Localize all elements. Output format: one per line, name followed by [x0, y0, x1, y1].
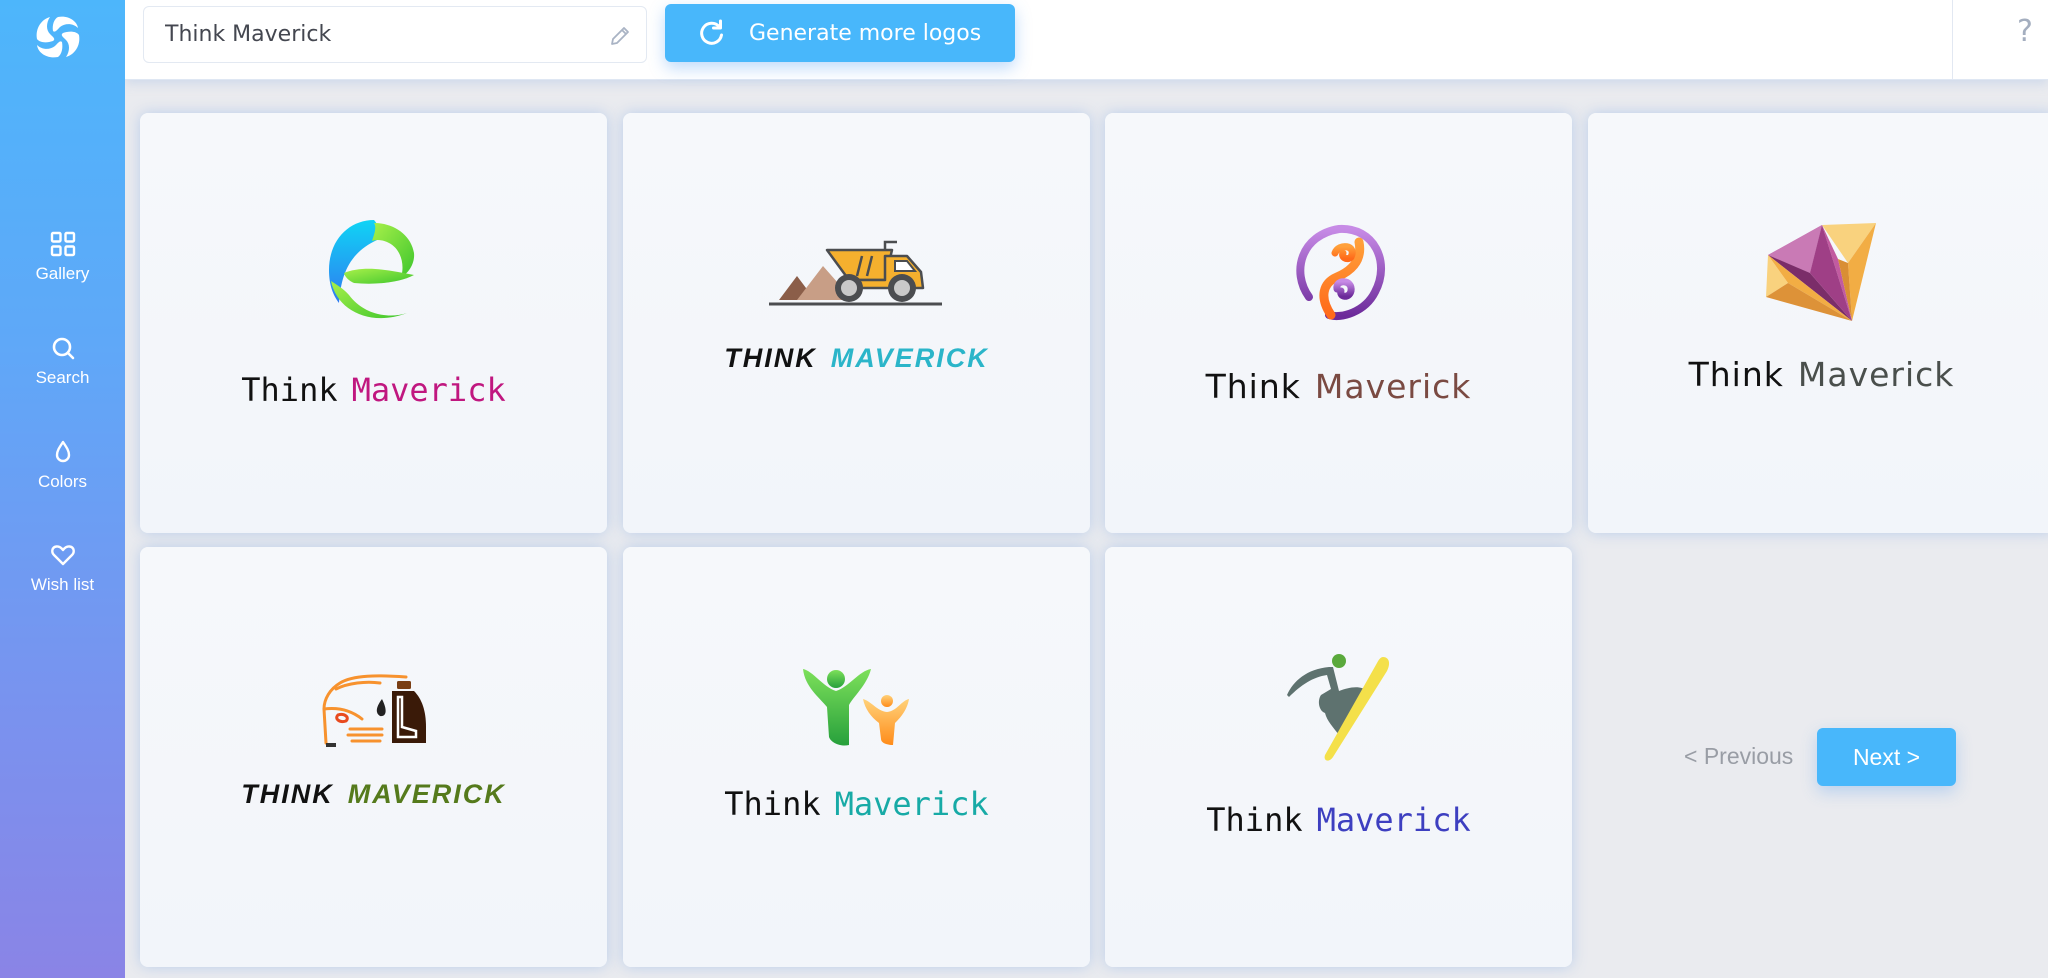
wordmark-word-2: Maverick: [834, 785, 989, 823]
logo-card[interactable]: Think Maverick: [623, 547, 1090, 967]
next-page-button[interactable]: Next >: [1817, 728, 1956, 786]
help-button[interactable]: ?: [2005, 14, 2045, 54]
sidebar-item-label: Wish list: [30, 575, 95, 594]
wordmark-word-1: THINK: [724, 343, 817, 373]
logo-card[interactable]: Think Maverick: [1588, 113, 2048, 533]
sidebar-item-colors[interactable]: Colors: [0, 438, 125, 492]
top-bar: Generate more logos ?: [125, 0, 2048, 80]
refresh-icon: [700, 19, 723, 45]
pencil-icon[interactable]: [608, 24, 632, 48]
dump-truck-icon: [768, 240, 942, 306]
generate-label: Generate more logos: [749, 20, 982, 46]
sidebar-item-label: Gallery: [35, 264, 90, 283]
logo-card[interactable]: Think Maverick: [1105, 113, 1572, 533]
logo-card[interactable]: THINK MAVERICK: [140, 547, 607, 967]
snowboarder-icon: [1286, 654, 1389, 761]
sidebar-item-gallery[interactable]: Gallery: [0, 230, 125, 284]
leaf-e-icon: [328, 220, 414, 319]
sidebar-item-label: Colors: [37, 472, 88, 491]
sidebar-item-label: Search: [35, 368, 90, 387]
logo-wordmark: Think Maverick: [140, 371, 607, 409]
logo-wordmark: Think Maverick: [1105, 367, 1572, 406]
wordmark-word-1: Think: [1205, 367, 1301, 406]
search-icon: [52, 337, 74, 360]
heart-icon: [50, 545, 75, 566]
wordmark-word-1: Think: [1688, 355, 1784, 394]
topbar-divider: [1952, 0, 1953, 79]
sidebar-item-search[interactable]: Search: [0, 334, 125, 388]
logo-wordmark: THINK MAVERICK: [140, 779, 607, 810]
wordmark-word-1: Think: [1206, 801, 1303, 839]
business-name-input[interactable]: [165, 22, 585, 47]
droplet-icon: [55, 440, 70, 463]
sidebar: Gallery Search Colors Wish list: [0, 0, 125, 978]
wordmark-word-2: Maverick: [1316, 801, 1471, 839]
gem-icon: [1765, 223, 1876, 321]
wordmark-word-1: THINK: [241, 779, 334, 809]
yin-yang-swirl-icon: [1295, 224, 1385, 320]
logo-wordmark: THINK MAVERICK: [623, 343, 1090, 374]
wordmark-word-1: Think: [241, 371, 338, 409]
wordmark-word-2: MAVERICK: [830, 343, 989, 373]
wordmark-word-2: Maverick: [351, 371, 506, 409]
generate-more-logos-button[interactable]: Generate more logos: [665, 4, 1015, 62]
logo-card[interactable]: THINK MAVERICK: [623, 113, 1090, 533]
logo-card[interactable]: Think Maverick: [1105, 547, 1572, 967]
grid-icon: [50, 231, 75, 257]
car-oil-icon: [321, 674, 426, 747]
wordmark-word-2: Maverick: [1314, 367, 1472, 406]
swirl-logo-icon[interactable]: [33, 13, 83, 61]
sidebar-item-wish-list[interactable]: Wish list: [0, 541, 125, 595]
logo-card[interactable]: Think Maverick: [140, 113, 607, 533]
wordmark-word-2: Maverick: [1797, 355, 1955, 394]
logo-wordmark: Think Maverick: [1588, 355, 2048, 394]
business-name-field[interactable]: [143, 6, 647, 63]
previous-page-link[interactable]: < Previous: [1684, 743, 1793, 770]
people-cheer-icon: [802, 669, 909, 746]
logo-wordmark: Think Maverick: [623, 785, 1090, 823]
wordmark-word-1: Think: [724, 785, 821, 823]
wordmark-word-2: MAVERICK: [347, 779, 506, 809]
logo-wordmark: Think Maverick: [1105, 801, 1572, 839]
